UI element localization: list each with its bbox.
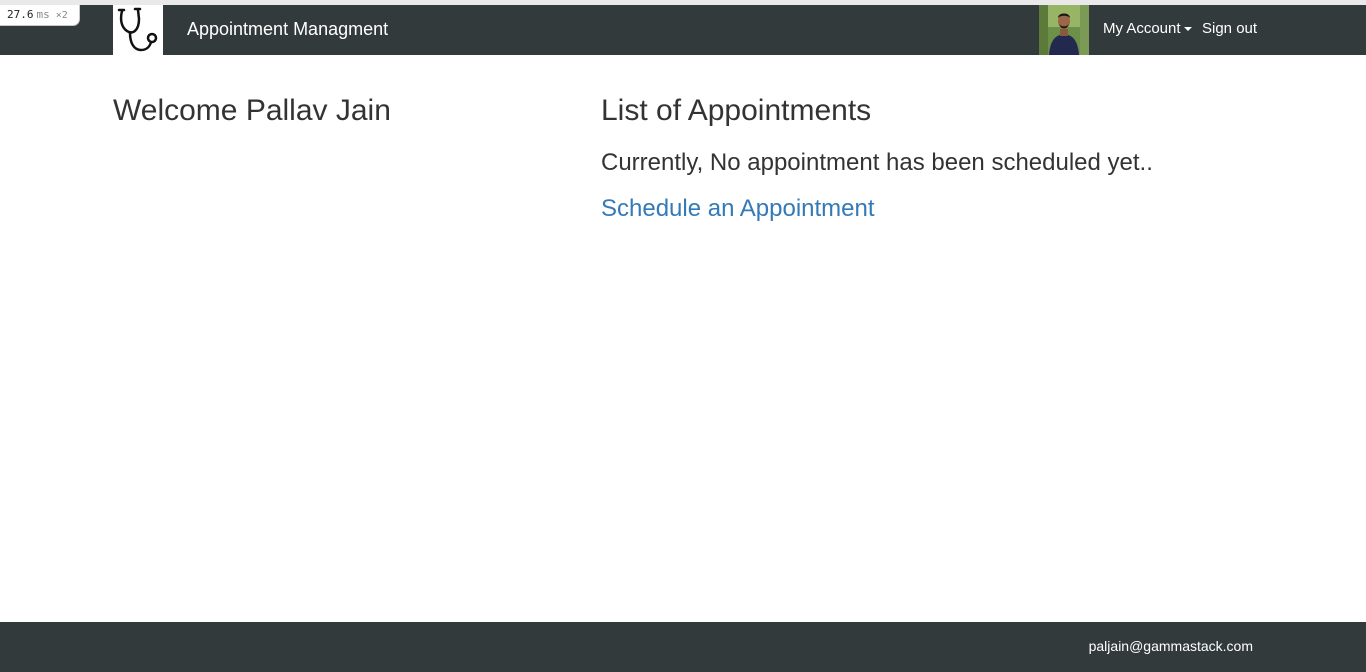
timing-multiplier: ×2 [55, 10, 68, 21]
my-account-dropdown[interactable]: My Account [1103, 5, 1192, 55]
brand-link[interactable]: Appointment Managment [187, 5, 388, 55]
caret-down-icon [1183, 27, 1192, 32]
stethoscope-icon [117, 7, 158, 52]
render-timing-badge: 27.6 ms ×2 [0, 5, 80, 26]
sign-out-link[interactable]: Sign out [1202, 5, 1257, 55]
avatar[interactable] [1039, 5, 1089, 55]
footer-email: paljain@gammastack.com [1088, 638, 1253, 654]
welcome-heading: Welcome Pallav Jain [113, 94, 391, 127]
logo[interactable] [113, 5, 163, 55]
schedule-appointment-link[interactable]: Schedule an Appointment [601, 193, 875, 225]
my-account-label: My Account [1103, 20, 1181, 37]
empty-appointments-message: Currently, No appointment has been sched… [601, 149, 1153, 176]
user-photo [1039, 5, 1089, 55]
footer: paljain@gammastack.com [0, 622, 1366, 672]
appointments-heading: List of Appointments [601, 94, 872, 127]
timing-value: 27.6 [7, 8, 34, 21]
top-navbar: Appointment Managment My Account Sign ou… [0, 5, 1366, 55]
timing-unit: ms [36, 8, 50, 21]
